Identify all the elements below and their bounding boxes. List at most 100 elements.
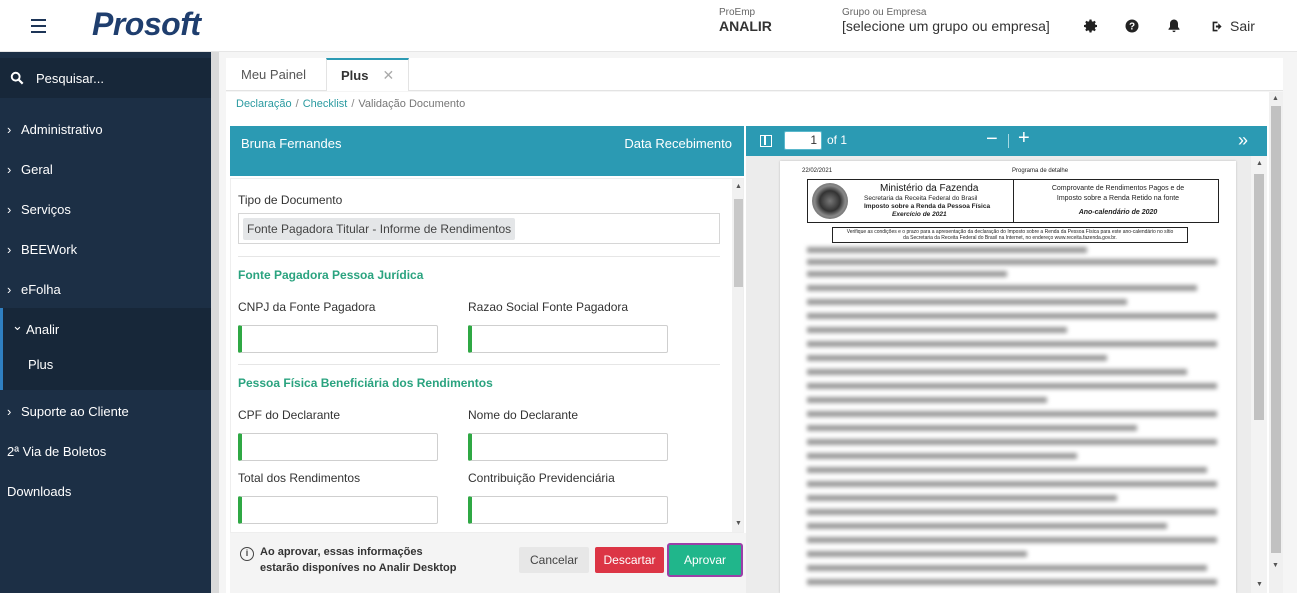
nome-input[interactable] [468,433,668,461]
brasao-seal [812,183,848,219]
pdf-toolbar: 1 of 1 − + » [746,126,1267,156]
divider [238,364,720,365]
form-scrollbar[interactable]: ▲ ▼ [732,179,743,532]
grupo-selector[interactable]: [selecione um grupo ou empresa] [842,18,1050,34]
scroll-up-icon[interactable]: ▲ [1256,160,1263,167]
doc-program: Programa de detalhe [1012,168,1069,174]
cnpj-input[interactable] [238,325,438,353]
search-input[interactable]: Pesquisar... [0,58,211,98]
chevron-right-icon: › [7,403,12,419]
menu-icon[interactable] [31,19,46,33]
doc-comprovante: Comprovante de Rendimentos Pagos e de Im… [1018,184,1218,218]
search-icon [10,71,24,85]
cancel-button[interactable]: Cancelar [519,547,589,573]
scroll-thumb[interactable] [1271,106,1281,553]
pdf-scrollbar[interactable]: ▲ ▼ [1251,156,1267,593]
main-scrollbar[interactable]: ▲ ▼ [1269,92,1283,593]
discard-button[interactable]: Descartar [595,547,664,573]
doc-exercicio: Exercício de 2021 [892,211,947,218]
chevron-right-icon: › [7,161,12,177]
breadcrumb-separator: / [351,98,355,110]
sidebar-item-beework[interactable]: › BEEWork [0,229,211,269]
scroll-up-icon[interactable]: ▲ [735,183,742,190]
cpf-label: CPF do Declarante [238,408,341,422]
breadcrumb-declaracao[interactable]: Declaração [236,98,292,110]
sidebar-item-downloads[interactable]: Downloads [0,471,211,511]
page-number-input[interactable]: 1 [784,131,822,150]
zoom-out-icon[interactable]: − [986,128,998,151]
doc-header-box: Ministério da Fazenda Secretaria da Rece… [807,179,1219,223]
section-pessoa-fisica: Pessoa Física Beneficiária dos Rendiment… [238,376,493,390]
pdf-viewport[interactable]: 22/02/2021 Programa de detalhe Ministéri… [746,156,1267,593]
toolbar-divider [1008,134,1009,148]
tipo-documento-select[interactable]: Fonte Pagadora Titular - Informe de Rend… [238,213,720,244]
logout-button[interactable]: Sair [1211,18,1255,34]
proemp-value[interactable]: ANALIR [719,18,772,34]
divider [238,256,720,257]
doc-note-line-2: da Secretaria da Receita Federal do Bras… [903,235,1117,241]
sidebar-item-plus[interactable]: Plus [0,344,211,384]
sidebar-item-efolha[interactable]: › eFolha [0,269,211,309]
prosoft-logo[interactable]: Prosoft [92,6,201,43]
close-icon[interactable]: ✕ [382,67,394,84]
page-count: of 1 [827,133,848,147]
proemp-label: ProEmp [719,7,756,18]
contribuicao-input[interactable] [468,496,668,524]
sidebar-item-label: Administrativo [21,121,103,137]
sidebar-item-analir[interactable]: ⌄ Analir [0,309,211,349]
razao-social-input[interactable] [468,325,668,353]
zoom-in-icon[interactable]: + [1018,127,1030,150]
sidebar-item-geral[interactable]: › Geral [0,149,211,189]
doc-imposto: Imposto sobre a Renda da Pessoa Física [864,203,991,210]
chevron-right-icon: › [7,121,12,137]
info-message: Ao aprovar, essas informações estarão di… [260,544,456,576]
scroll-down-icon[interactable]: ▼ [1256,581,1263,588]
doc-ministerio: Ministério da Fazenda [880,183,979,194]
blurred-content [807,243,1219,593]
page-content: Declaração / Checklist / Validação Documento… [226,92,1283,593]
doc-comprovante-line-2: Imposto sobre a Renda Retido na fonte [1056,195,1180,202]
scroll-down-icon[interactable]: ▼ [735,520,742,527]
sidebar-item-servicos[interactable]: › Serviços [0,189,211,229]
total-rendimentos-input[interactable] [238,496,438,524]
tab-bar: Meu Painel Plus ✕ [226,58,1283,91]
info-line-1: Ao aprovar, essas informações [260,546,423,558]
tipo-documento-label: Tipo de Documento [238,193,343,207]
tab-meu-painel[interactable]: Meu Painel [241,58,306,91]
approve-button[interactable]: Aprovar [667,543,743,577]
scroll-thumb[interactable] [734,199,743,287]
sidebar-item-suporte[interactable]: › Suporte ao Cliente [0,391,211,431]
divider [1013,180,1014,222]
doc-date: 22/02/2021 [802,168,833,174]
gear-icon[interactable] [1083,18,1099,34]
sidebar-item-label: 2ª Via de Boletos [7,443,107,459]
svg-text:?: ? [1129,22,1135,33]
form-footer: i Ao aprovar, essas informações estarão … [230,533,748,593]
doc-comprovante-line-1: Comprovante de Rendimentos Pagos e de [1051,185,1185,192]
bell-icon[interactable] [1166,18,1182,34]
tab-plus[interactable]: Plus ✕ [326,58,410,91]
sidebar-item-label: eFolha [21,281,61,297]
sidebar-scrollbar[interactable] [211,52,219,593]
breadcrumb-checklist[interactable]: Checklist [303,98,348,110]
top-header: Prosoft ProEmp ANALIR Grupo ou Empresa [… [0,0,1297,52]
scroll-thumb[interactable] [1254,174,1264,420]
cpf-input[interactable] [238,433,438,461]
help-icon[interactable]: ? [1124,18,1140,34]
logout-label: Sair [1230,18,1255,34]
scroll-up-icon[interactable]: ▲ [1272,95,1279,102]
sidebar-item-label: Plus [28,356,54,372]
search-placeholder: Pesquisar... [36,70,104,86]
form-header: Bruna Fernandes Data Recebimento [230,126,744,176]
sidebar-toggle-icon[interactable] [760,135,772,147]
scroll-down-icon[interactable]: ▼ [1272,562,1279,569]
sidebar-item-administrativo[interactable]: › Administrativo [0,109,211,149]
chevron-right-icon: › [7,201,12,217]
sidebar-item-label: Analir [26,321,60,337]
more-tools-icon[interactable]: » [1238,130,1248,151]
sidebar-item-label: Downloads [7,483,72,499]
sidebar-item-label: Geral [21,161,53,177]
sidebar-item-boletos[interactable]: 2ª Via de Boletos [0,431,211,471]
doc-note: Verifique as condições e o prazo para a … [832,227,1188,243]
info-line-2: estarão disponíves no Analir Desktop [260,562,457,574]
